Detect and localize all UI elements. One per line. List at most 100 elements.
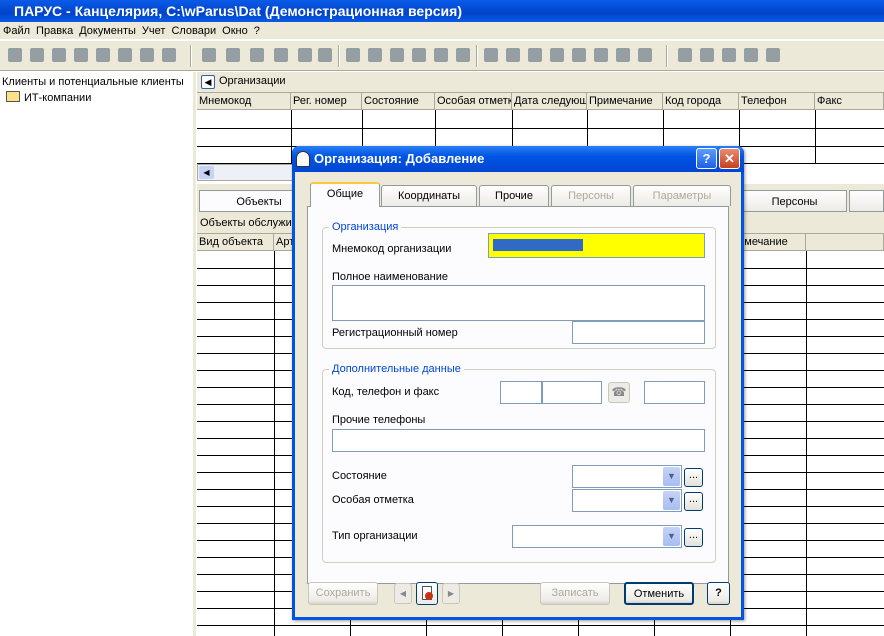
person-icon[interactable] (484, 48, 498, 62)
back-icon[interactable]: ◀ (201, 75, 215, 89)
regnum-input[interactable] (572, 321, 705, 344)
contact-icon[interactable] (550, 48, 564, 62)
help-button[interactable]: ? (707, 582, 730, 605)
menu-help[interactable]: ? (251, 22, 263, 40)
orgtype-select[interactable]: ▼ (512, 525, 682, 548)
h-scrollbar[interactable]: ◀ (197, 164, 297, 181)
mnemo-label: Мнемокод организации (332, 243, 452, 255)
doc-icon[interactable] (274, 48, 288, 62)
phone-icon[interactable] (528, 48, 542, 62)
new-icon[interactable] (8, 48, 22, 62)
next-record-icon[interactable]: ▶ (442, 583, 460, 604)
tools-icon[interactable] (700, 48, 714, 62)
view-icon[interactable] (226, 48, 240, 62)
filter-icon[interactable] (96, 48, 110, 62)
chevron-down-icon[interactable]: ▼ (663, 467, 680, 486)
tab-coordinates[interactable]: Координаты (381, 185, 477, 206)
print-icon[interactable] (140, 48, 154, 62)
tab-parameters[interactable]: Параметры (633, 185, 731, 206)
prev-record-icon[interactable]: ◀ (394, 583, 412, 604)
cancel-button[interactable]: Отменить (624, 582, 694, 605)
col-note[interactable]: Примечание (587, 93, 663, 110)
close-button[interactable]: ✕ (719, 148, 740, 169)
tree-node-it[interactable]: ИТ-компании (0, 90, 193, 106)
calculator-icon[interactable] (678, 48, 692, 62)
tab-persons[interactable]: Персоны (742, 190, 847, 212)
chevron-down-icon[interactable]: ▼ (663, 491, 680, 510)
book-icon (6, 91, 20, 102)
phone-label: Код, телефон и факс (332, 386, 440, 398)
note-icon[interactable] (616, 48, 630, 62)
menu-documents[interactable]: Документы (76, 22, 139, 40)
report-icon[interactable] (638, 48, 652, 62)
menu-window[interactable]: Окно (219, 22, 251, 40)
chevron-down-icon[interactable]: ▼ (663, 527, 680, 546)
user-icon[interactable] (744, 48, 758, 62)
app-title: ПАРУС - Канцелярия, C:\wParus\Dat (Демон… (14, 3, 462, 19)
col-fax[interactable]: Факс (815, 93, 884, 110)
mail-icon[interactable] (390, 48, 404, 62)
box-icon[interactable] (722, 48, 736, 62)
scroll-left-icon[interactable]: ◀ (199, 166, 214, 179)
phone-input[interactable] (542, 381, 602, 404)
tab-other[interactable]: Прочие (479, 185, 549, 206)
col-state[interactable]: Состояние (362, 93, 435, 110)
col-objtype[interactable]: Вид объекта (197, 234, 274, 251)
calendar-icon[interactable] (594, 48, 608, 62)
tab-persons-dlg[interactable]: Персоны (551, 185, 631, 206)
dial-phone-icon[interactable]: ☎ (608, 382, 630, 403)
doc-out-icon[interactable] (318, 48, 332, 62)
col-lower-extra[interactable] (806, 234, 884, 251)
mark-lookup-button[interactable]: ... (684, 492, 703, 511)
col-mnemo[interactable]: Мнемокод (197, 93, 291, 110)
fax-input[interactable] (644, 381, 705, 404)
help-title-button[interactable]: ? (696, 148, 717, 169)
state-lookup-button[interactable]: ... (684, 468, 703, 487)
fullname-label: Полное наименование (332, 271, 448, 283)
tab-general[interactable]: Общие (310, 182, 380, 207)
menu-account[interactable]: Учет (139, 22, 169, 40)
state-select[interactable]: ▼ (572, 465, 682, 488)
write-button[interactable]: Записать (540, 582, 610, 605)
mark-select[interactable]: ▼ (572, 489, 682, 512)
orgs-header: ◀ Организации (197, 72, 884, 93)
col-phone[interactable]: Телефон (739, 93, 815, 110)
export-icon[interactable] (162, 48, 176, 62)
save-button[interactable]: Сохранить (308, 582, 378, 605)
new-record-icon[interactable] (416, 582, 438, 605)
copy-icon[interactable] (30, 48, 44, 62)
delete-icon[interactable] (74, 48, 88, 62)
col-citycode[interactable]: Код города (663, 93, 739, 110)
menu-dictionaries[interactable]: Словари (168, 22, 219, 40)
folder-icon[interactable] (346, 48, 360, 62)
menu-edit[interactable]: Правка (33, 22, 76, 40)
orgtype-lookup-button[interactable]: ... (684, 528, 703, 547)
fullname-input[interactable] (332, 285, 705, 321)
menu-file[interactable]: Файл (0, 22, 33, 40)
building-icon[interactable] (434, 48, 448, 62)
tree-node-root[interactable]: Клиенты и потенциальные клиенты (0, 74, 193, 90)
general-tab-panel: Организация Мнемокод организации Полное … (307, 206, 729, 584)
city-code-input[interactable] (500, 381, 542, 404)
col-regnum[interactable]: Рег. номер (291, 93, 362, 110)
folder-open-icon[interactable] (368, 48, 382, 62)
move-icon[interactable] (250, 48, 264, 62)
user-avatar-icon (296, 151, 310, 167)
find-icon[interactable] (118, 48, 132, 62)
org-icon[interactable] (412, 48, 426, 62)
tab-more[interactable] (849, 190, 884, 212)
doc-in-icon[interactable] (298, 48, 312, 62)
col-date[interactable]: Дата следующ (512, 93, 587, 110)
org-group-legend: Организация (332, 221, 399, 233)
link-icon[interactable] (202, 48, 216, 62)
card-icon[interactable] (456, 48, 470, 62)
orgtype-label: Тип организации (332, 530, 418, 542)
exit-icon[interactable] (766, 48, 780, 62)
other-phones-input[interactable] (332, 429, 705, 452)
group-icon[interactable] (572, 48, 586, 62)
orgs-title: Организации (219, 75, 286, 87)
globe-icon[interactable] (506, 48, 520, 62)
edit-icon[interactable] (52, 48, 66, 62)
mnemo-input[interactable] (488, 233, 705, 258)
col-mark[interactable]: Особая отметка (435, 93, 512, 110)
